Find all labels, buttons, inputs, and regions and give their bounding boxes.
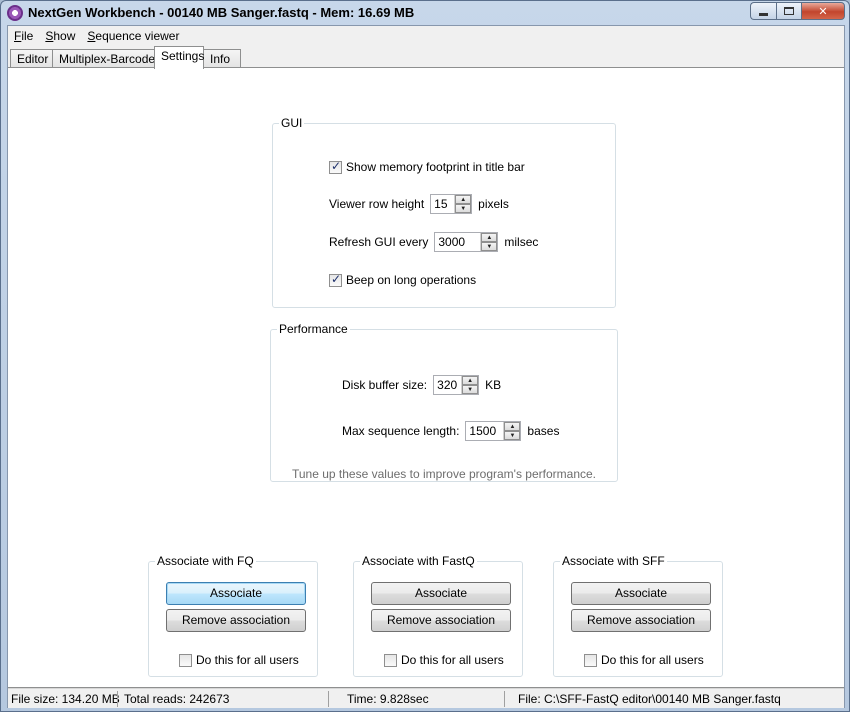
- minimize-icon: [759, 13, 768, 16]
- refresh-spinner[interactable]: 3000 ▲ ▼: [434, 232, 499, 252]
- status-separator: [117, 691, 118, 707]
- beep-checkbox[interactable]: [329, 272, 342, 287]
- gui-group: GUI Show memory footprint in title bar V…: [272, 116, 616, 308]
- minimize-button[interactable]: [750, 2, 776, 20]
- spin-down-icon[interactable]: ▼: [481, 242, 498, 251]
- settings-page: GUI Show memory footprint in title bar V…: [8, 67, 844, 688]
- associate-fastq-caption: Associate with FastQ: [360, 554, 477, 568]
- status-file-path: File: C:\SFF-FastQ editor\00140 MB Sange…: [518, 692, 781, 706]
- performance-group: Performance Disk buffer size: 320 ▲ ▼ KB…: [270, 322, 618, 482]
- performance-hint: Tune up these values to improve program'…: [292, 467, 596, 481]
- spin-down-icon[interactable]: ▼: [504, 431, 521, 440]
- associate-fq-group: Associate with FQ Associate Remove assoc…: [148, 554, 318, 677]
- fq-all-users-label[interactable]: Do this for all users: [196, 653, 299, 667]
- spin-down-icon[interactable]: ▼: [455, 204, 472, 213]
- show-memory-checkbox[interactable]: [329, 159, 342, 174]
- max-seq-unit: bases: [527, 424, 560, 438]
- remove-sff-association-button[interactable]: Remove association: [571, 609, 711, 632]
- client-area: File Show Sequence viewer Editor Multipl…: [7, 25, 845, 708]
- spin-up-icon[interactable]: ▲: [455, 195, 472, 204]
- spin-up-icon[interactable]: ▲: [504, 422, 521, 431]
- status-file-size: File size: 134.20 MB: [11, 692, 120, 706]
- beep-label[interactable]: Beep on long operations: [346, 273, 476, 287]
- performance-group-caption: Performance: [277, 322, 350, 336]
- status-total-reads: Total reads: 242673: [124, 692, 230, 706]
- row-height-row: Viewer row height 15 ▲ ▼ pixels: [329, 194, 509, 214]
- associate-sff-caption: Associate with SFF: [560, 554, 667, 568]
- menu-show[interactable]: Show: [39, 26, 81, 46]
- associate-fq-button[interactable]: Associate: [166, 582, 306, 605]
- tab-editor[interactable]: Editor: [10, 49, 53, 68]
- fastq-all-users-checkbox[interactable]: [384, 653, 397, 667]
- associate-sff-group: Associate with SFF Associate Remove asso…: [553, 554, 723, 677]
- spin-down-icon[interactable]: ▼: [462, 385, 479, 394]
- associate-fastq-button[interactable]: Associate: [371, 582, 511, 605]
- menu-file[interactable]: File: [8, 26, 39, 46]
- refresh-row: Refresh GUI every 3000 ▲ ▼ milsec: [329, 232, 538, 252]
- window-controls: ✕: [750, 2, 845, 20]
- tab-settings[interactable]: Settings: [154, 46, 204, 69]
- sff-all-users-row: Do this for all users: [584, 653, 704, 667]
- beep-row: Beep on long operations: [329, 272, 476, 287]
- tab-info[interactable]: Info: [203, 49, 241, 68]
- refresh-unit: milsec: [504, 235, 539, 249]
- remove-fastq-association-button[interactable]: Remove association: [371, 609, 511, 632]
- refresh-value[interactable]: 3000: [435, 233, 480, 251]
- sff-all-users-checkbox[interactable]: [584, 653, 597, 667]
- max-seq-value[interactable]: 1500: [466, 422, 503, 440]
- gui-group-caption: GUI: [279, 116, 305, 130]
- show-memory-label[interactable]: Show memory footprint in title bar: [346, 160, 525, 174]
- maximize-icon: [784, 7, 794, 15]
- close-icon: ✕: [818, 5, 828, 18]
- tab-multiplex-barcodes[interactable]: Multiplex-Barcodes: [52, 49, 161, 68]
- fq-all-users-row: Do this for all users: [179, 653, 299, 667]
- associate-fastq-group: Associate with FastQ Associate Remove as…: [353, 554, 523, 677]
- max-seq-label: Max sequence length:: [342, 424, 460, 438]
- disk-buffer-unit: KB: [485, 378, 502, 392]
- status-time: Time: 9.828sec: [347, 692, 429, 706]
- row-height-label: Viewer row height: [329, 197, 425, 211]
- row-height-value[interactable]: 15: [431, 195, 454, 213]
- disk-buffer-value[interactable]: 320: [434, 376, 461, 394]
- title-bar[interactable]: NextGen Workbench - 00140 MB Sanger.fast…: [1, 1, 849, 25]
- status-bar: File size: 134.20 MB Total reads: 242673…: [8, 688, 844, 708]
- row-height-unit: pixels: [478, 197, 509, 211]
- window-title: NextGen Workbench - 00140 MB Sanger.fast…: [28, 5, 415, 20]
- max-seq-row: Max sequence length: 1500 ▲ ▼ bases: [342, 421, 559, 441]
- remove-fq-association-button[interactable]: Remove association: [166, 609, 306, 632]
- refresh-label: Refresh GUI every: [329, 235, 429, 249]
- menu-bar: File Show Sequence viewer: [8, 26, 844, 46]
- row-height-spinner[interactable]: 15 ▲ ▼: [430, 194, 473, 214]
- maximize-button[interactable]: [776, 2, 801, 20]
- associate-fq-caption: Associate with FQ: [155, 554, 256, 568]
- fq-all-users-checkbox[interactable]: [179, 653, 192, 667]
- menu-sequence-viewer[interactable]: Sequence viewer: [81, 26, 185, 46]
- spin-up-icon[interactable]: ▲: [462, 376, 479, 385]
- associate-sff-button[interactable]: Associate: [571, 582, 711, 605]
- status-separator: [328, 691, 329, 707]
- sff-all-users-label[interactable]: Do this for all users: [601, 653, 704, 667]
- disk-buffer-label: Disk buffer size:: [342, 378, 428, 392]
- status-separator: [504, 691, 505, 707]
- app-icon[interactable]: [7, 5, 23, 21]
- show-memory-row: Show memory footprint in title bar: [329, 159, 525, 174]
- fastq-all-users-label[interactable]: Do this for all users: [401, 653, 504, 667]
- fastq-all-users-row: Do this for all users: [384, 653, 504, 667]
- disk-buffer-spinner[interactable]: 320 ▲ ▼: [433, 375, 480, 395]
- close-button[interactable]: ✕: [801, 2, 845, 20]
- disk-buffer-row: Disk buffer size: 320 ▲ ▼ KB: [342, 375, 501, 395]
- spin-up-icon[interactable]: ▲: [481, 233, 498, 242]
- tab-strip: Editor Multiplex-Barcodes Settings Info: [8, 46, 844, 69]
- max-seq-spinner[interactable]: 1500 ▲ ▼: [465, 421, 522, 441]
- main-window: NextGen Workbench - 00140 MB Sanger.fast…: [0, 0, 850, 712]
